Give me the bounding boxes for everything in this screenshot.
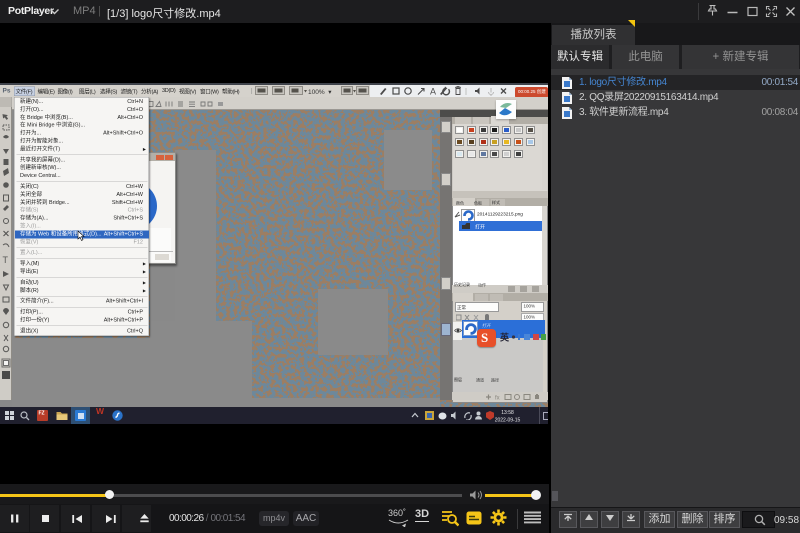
svg-text:英: 英 [500, 332, 510, 342]
svg-text:A: A [430, 87, 436, 97]
svg-text:T: T [3, 255, 9, 265]
svg-text:fx: fx [495, 395, 500, 400]
